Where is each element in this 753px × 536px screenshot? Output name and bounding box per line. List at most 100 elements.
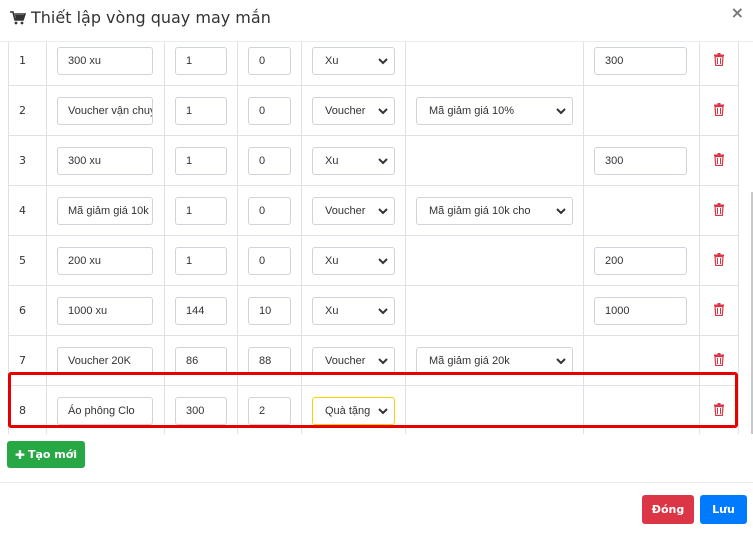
delete-row-button[interactable] xyxy=(714,402,724,419)
create-new-button[interactable]: ✚ Tạo mới xyxy=(7,441,85,468)
prize-type-value: Xu xyxy=(325,154,339,167)
trash-icon xyxy=(714,202,724,216)
chevron-down-icon xyxy=(556,107,566,114)
prize-type-value: Quà tặng xyxy=(325,404,371,417)
trash-icon xyxy=(714,52,724,66)
prize-name-input[interactable]: Áo phông Clo xyxy=(57,396,153,425)
prize-type-select[interactable]: Voucher xyxy=(312,196,395,225)
xu-amount-input[interactable]: 300 xyxy=(594,146,687,175)
table-row: 4 Mã giảm giá 10k 1 0 Voucher Mã giảm giá 10k… xyxy=(8,185,739,236)
chevron-down-icon xyxy=(556,357,566,364)
won-count-input[interactable]: 0 xyxy=(248,46,291,75)
create-new-label: Tạo mới xyxy=(27,448,78,461)
trash-icon xyxy=(714,302,724,316)
quantity-input[interactable]: 1 xyxy=(175,146,227,175)
voucher-select-value: Mã giảm giá 20k xyxy=(429,354,510,367)
close-icon[interactable]: × xyxy=(731,5,744,21)
modal-footer xyxy=(0,482,753,536)
xu-amount-input[interactable]: 1000 xyxy=(594,296,687,325)
table-row: 2 Voucher vận chuyển 10 Voucher Mã giảm giá … xyxy=(8,85,739,136)
modal-header: Thiết lập vòng quay may mắn × xyxy=(0,0,753,42)
prize-name-input[interactable]: Voucher vận chuyển xyxy=(57,96,153,125)
delete-row-button[interactable] xyxy=(714,352,724,369)
prize-type-select[interactable]: Xu xyxy=(312,246,395,275)
delete-row-button[interactable] xyxy=(714,52,724,69)
table-row: 7 Voucher 20K 86 88 Voucher Mã giảm giá 20k xyxy=(8,335,739,386)
quantity-input[interactable]: 1 xyxy=(175,46,227,75)
prize-type-value: Xu xyxy=(325,254,339,267)
prize-type-select[interactable]: Xu xyxy=(312,296,395,325)
prize-type-select[interactable]: Xu xyxy=(312,46,395,75)
chevron-down-icon xyxy=(378,407,388,414)
trash-icon xyxy=(714,252,724,266)
chevron-down-icon xyxy=(378,107,388,114)
delete-row-button[interactable] xyxy=(714,302,724,319)
prize-type-select[interactable]: Voucher xyxy=(312,96,395,125)
won-count-input[interactable]: 0 xyxy=(248,196,291,225)
delete-row-button[interactable] xyxy=(714,102,724,119)
prize-type-value: Voucher xyxy=(325,204,366,217)
chevron-down-icon xyxy=(378,357,388,364)
prize-type-select[interactable]: Xu xyxy=(312,146,395,175)
table-row: 5 200 xu 1 0 Xu 200 xyxy=(8,235,739,286)
voucher-select[interactable]: Mã giảm giá 20k xyxy=(416,346,573,375)
chevron-down-icon xyxy=(378,307,388,314)
won-count-input[interactable]: 88 xyxy=(248,346,291,375)
xu-amount-input[interactable]: 200 xyxy=(594,246,687,275)
row-index: 8 xyxy=(8,385,47,434)
plus-icon: ✚ xyxy=(14,447,25,462)
modal-title: Thiết lập vòng quay may mắn xyxy=(10,8,271,27)
chevron-down-icon xyxy=(378,257,388,264)
won-count-input[interactable]: 2 xyxy=(248,396,291,425)
quantity-input[interactable]: 1 xyxy=(175,196,227,225)
won-count-input[interactable]: 0 xyxy=(248,146,291,175)
prize-type-value: Voucher xyxy=(325,354,366,367)
quantity-input[interactable]: 1 xyxy=(175,96,227,125)
table-row: 1 300 xu 1 0 Xu 300 xyxy=(8,42,739,86)
row-index: 5 xyxy=(8,235,47,286)
delete-row-button[interactable] xyxy=(714,152,724,169)
prize-type-value: Xu xyxy=(325,304,339,317)
won-count-input[interactable]: 0 xyxy=(248,96,291,125)
won-count-input[interactable]: 10 xyxy=(248,296,291,325)
xu-amount-input[interactable]: 300 xyxy=(594,46,687,75)
prize-name-input[interactable]: Voucher 20K xyxy=(57,346,153,375)
quantity-input[interactable]: 1 xyxy=(175,246,227,275)
prize-table-container[interactable]: 1300 xu10Xu3002Voucher vận chuyển10Vouch… xyxy=(0,42,753,434)
prize-name-input[interactable]: 1000 xu xyxy=(57,296,153,325)
save-button[interactable]: Lưu xyxy=(700,495,747,524)
row-index: 6 xyxy=(8,285,47,336)
trash-icon xyxy=(714,402,724,416)
prize-type-select[interactable]: Voucher xyxy=(312,346,395,375)
won-count-input[interactable]: 0 xyxy=(248,246,291,275)
row-index: 4 xyxy=(8,185,47,236)
shopping-cart-icon xyxy=(10,10,26,24)
quantity-input[interactable]: 86 xyxy=(175,346,227,375)
row-index: 3 xyxy=(8,135,47,186)
modal-title-text: Thiết lập vòng quay may mắn xyxy=(31,8,271,27)
quantity-input[interactable]: 300 xyxy=(175,396,227,425)
prize-name-input[interactable]: Mã giảm giá 10k xyxy=(57,196,153,225)
prize-name-input[interactable]: 300 xu xyxy=(57,146,153,175)
table-row: 6 1000 xu 144 10 Xu 1000 xyxy=(8,285,739,336)
close-button[interactable]: Đóng xyxy=(642,495,694,524)
prize-table: 1300 xu10Xu3002Voucher vận chuyển10Vouch… xyxy=(8,42,739,434)
row-index: 7 xyxy=(8,335,47,386)
trash-icon xyxy=(714,102,724,116)
voucher-select-value: Mã giảm giá 10% xyxy=(429,104,514,117)
chevron-down-icon xyxy=(378,207,388,214)
voucher-select[interactable]: Mã giảm giá 10k cho xyxy=(416,196,573,225)
table-row: 3 300 xu 1 0 Xu 300 xyxy=(8,135,739,186)
chevron-down-icon xyxy=(378,57,388,64)
row-index: 2 xyxy=(8,85,47,136)
table-row: 8 Áo phông Clo 300 2 Quà tặng xyxy=(8,385,739,434)
voucher-select[interactable]: Mã giảm giá 10% xyxy=(416,96,573,125)
quantity-input[interactable]: 144 xyxy=(175,296,227,325)
prize-type-select[interactable]: Quà tặng xyxy=(312,396,395,425)
prize-name-input[interactable]: 200 xu xyxy=(57,246,153,275)
delete-row-button[interactable] xyxy=(714,252,724,269)
prize-name-input[interactable]: 300 xu xyxy=(57,46,153,75)
prize-type-value: Xu xyxy=(325,54,339,67)
delete-row-button[interactable] xyxy=(714,202,724,219)
row-index: 1 xyxy=(8,42,47,86)
